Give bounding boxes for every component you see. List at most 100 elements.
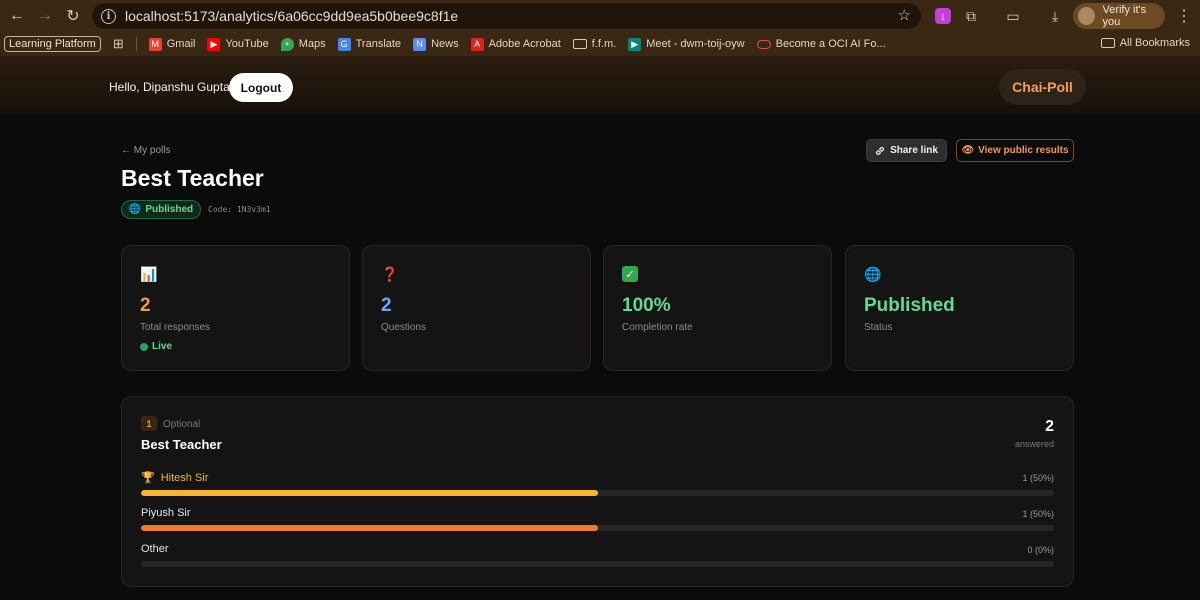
view-public-label: View public results bbox=[978, 145, 1069, 156]
stat-card-status: 🌐 Published Status bbox=[845, 245, 1074, 371]
address-bar[interactable]: i localhost:5173/analytics/6a06cc9dd9ea5… bbox=[92, 3, 921, 29]
bookmark-gmail[interactable]: M Gmail bbox=[148, 37, 196, 51]
download-manager-extension-icon[interactable]: ↓ bbox=[935, 8, 951, 24]
option-bar-track bbox=[141, 525, 1054, 531]
bookmark-label: f.f.m. bbox=[591, 38, 617, 50]
trophy-icon: 🏆 bbox=[141, 472, 155, 484]
stat-label: Completion rate bbox=[622, 322, 693, 333]
all-bookmarks[interactable]: All Bookmarks bbox=[1100, 37, 1190, 49]
status-badge-label: Published bbox=[145, 204, 194, 215]
bookmark-label: News bbox=[431, 38, 459, 50]
live-label: Live bbox=[152, 341, 173, 352]
oracle-icon bbox=[756, 39, 771, 49]
answered-label: answered bbox=[1014, 439, 1054, 449]
stat-label: Total responses bbox=[140, 322, 211, 333]
stat-label: Status bbox=[864, 322, 893, 333]
youtube-icon: ▶ bbox=[207, 37, 221, 51]
question-number-badge: 1 bbox=[141, 416, 157, 431]
stat-card-questions: ❓ 2 Questions bbox=[362, 245, 591, 371]
stat-value: 2 bbox=[140, 295, 151, 316]
profile-avatar bbox=[1078, 7, 1096, 25]
app-header: Hello, Dipanshu Gupta Logout Chai-Poll bbox=[0, 56, 1200, 114]
back-arrow-icon[interactable]: ← bbox=[3, 2, 31, 30]
maps-icon: • bbox=[280, 37, 294, 51]
site-info-icon[interactable]: i bbox=[101, 8, 116, 24]
bookmark-meet[interactable]: ▶ Meet - dwm-toij-oyw bbox=[628, 37, 745, 51]
bookmark-translate[interactable]: G Translate bbox=[337, 37, 402, 51]
optional-label: Optional bbox=[163, 419, 201, 430]
extensions-puzzle-icon[interactable]: ⧉ bbox=[961, 6, 981, 26]
bookmark-ffm[interactable]: f.f.m. bbox=[572, 38, 617, 50]
forward-arrow-icon[interactable]: → bbox=[31, 2, 59, 30]
translate-icon: G bbox=[337, 37, 351, 51]
option-stat: 1 (50%) bbox=[1022, 509, 1054, 519]
bookmark-label: YouTube bbox=[225, 38, 269, 50]
verify-label: Verify it's you bbox=[1102, 4, 1147, 28]
stat-card-total-responses: 📊 2 Total responses Live bbox=[121, 245, 350, 371]
profile-verify-button[interactable]: Verify it's you bbox=[1073, 3, 1165, 29]
option-text: Hitesh Sir bbox=[160, 471, 209, 484]
news-icon: N bbox=[413, 37, 427, 51]
reload-icon[interactable]: ↻ bbox=[59, 2, 87, 30]
bookmark-label: Become a OCI AI Fo... bbox=[775, 38, 886, 50]
option-bar-track bbox=[141, 561, 1054, 567]
share-link-button[interactable]: Share link bbox=[866, 139, 947, 162]
view-public-results-button[interactable]: 👁 View public results bbox=[956, 139, 1074, 162]
option-bar-fill bbox=[141, 525, 598, 531]
link-icon bbox=[876, 146, 885, 155]
folder-icon bbox=[572, 39, 587, 49]
question-title: Best Teacher bbox=[141, 437, 222, 452]
share-link-label: Share link bbox=[890, 145, 938, 156]
bookmark-label: Gmail bbox=[166, 38, 196, 50]
poll-code: Code: 1N3v3m1 bbox=[208, 205, 271, 214]
question-results-panel: 1 Optional Best Teacher 2 answered 🏆 Hit… bbox=[121, 396, 1074, 587]
apps-grid-icon[interactable]: ⊞ bbox=[113, 36, 124, 52]
reading-mode-icon[interactable]: ▭ bbox=[1003, 6, 1023, 26]
bookmark-youtube[interactable]: ▶ YouTube bbox=[207, 37, 269, 51]
globe-icon: 🌐 bbox=[864, 266, 882, 282]
option-text: Other bbox=[141, 543, 169, 555]
live-indicator: Live bbox=[140, 341, 172, 352]
url-text[interactable]: localhost:5173/analytics/6a06cc9dd9ea5b0… bbox=[125, 8, 458, 24]
live-dot-icon bbox=[140, 342, 148, 351]
option-bar-fill bbox=[141, 490, 598, 496]
page-title: Best Teacher bbox=[121, 165, 264, 191]
downloads-icon[interactable]: ⤓ bbox=[1045, 6, 1065, 26]
option-bar-track bbox=[141, 490, 1054, 496]
bookmark-label: Maps bbox=[298, 38, 326, 50]
stat-value: 2 bbox=[381, 295, 392, 316]
stat-value: 100% bbox=[622, 295, 671, 316]
option-stat: 1 (50%) bbox=[1022, 473, 1054, 483]
browser-menu-icon[interactable]: ⋮ bbox=[1176, 6, 1192, 26]
check-icon: ✓ bbox=[622, 266, 638, 282]
bookmark-acrobat[interactable]: A Adobe Acrobat bbox=[470, 37, 561, 51]
eye-icon: 👁 bbox=[961, 145, 975, 156]
acrobat-icon: A bbox=[470, 37, 484, 51]
bookmark-label: Translate bbox=[355, 38, 402, 50]
option-label-hitesh: 🏆 Hitesh Sir bbox=[141, 471, 209, 485]
bookmark-oci[interactable]: Become a OCI AI Fo... bbox=[756, 38, 886, 50]
brand-logo[interactable]: Chai-Poll bbox=[999, 69, 1086, 105]
bookmark-label: Adobe Acrobat bbox=[488, 38, 561, 50]
all-bookmarks-label: All Bookmarks bbox=[1119, 37, 1190, 49]
globe-icon: 🌐 bbox=[128, 204, 142, 215]
gmail-icon: M bbox=[148, 37, 162, 51]
bookmark-label: Meet - dwm-toij-oyw bbox=[646, 38, 745, 50]
bookmark-star-icon[interactable]: ☆ bbox=[898, 6, 911, 24]
bookmark-news[interactable]: N News bbox=[413, 37, 459, 51]
stat-value: Published bbox=[864, 295, 955, 316]
stat-label: Questions bbox=[381, 322, 427, 333]
bar-chart-icon: 📊 bbox=[140, 266, 158, 282]
stat-card-completion-rate: ✓ 100% Completion rate bbox=[603, 245, 832, 371]
meet-icon: ▶ bbox=[628, 37, 642, 51]
bookmark-learning-platform[interactable]: Learning Platform bbox=[4, 36, 101, 52]
bookmark-maps[interactable]: • Maps bbox=[280, 37, 326, 51]
folder-icon bbox=[1100, 38, 1115, 48]
option-label-piyush: Piyush Sir bbox=[141, 507, 191, 519]
option-label-other: Other bbox=[141, 543, 169, 555]
back-to-polls-link[interactable]: ← My polls bbox=[121, 145, 170, 156]
logout-button[interactable]: Logout bbox=[229, 73, 293, 102]
answered-count: 2 bbox=[1045, 418, 1054, 435]
bookmarks-separator bbox=[135, 37, 137, 51]
status-badge: 🌐 Published bbox=[121, 200, 201, 219]
